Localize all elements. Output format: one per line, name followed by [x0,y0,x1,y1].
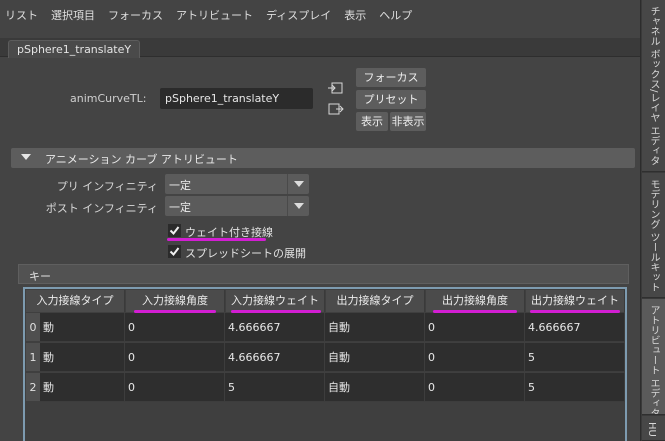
pre-infinity-label: プリ インフィニティ [56,180,158,193]
table-cell[interactable]: 0 [125,373,225,402]
keys-section-header[interactable]: キー [18,264,629,284]
table-cell[interactable]: 動 [40,313,125,342]
row-index[interactable]: 2 [26,373,40,402]
row-index[interactable]: 0 [26,313,40,342]
menu-list[interactable]: リスト [5,7,38,23]
row-index[interactable]: 1 [26,343,40,372]
column-header[interactable]: 出力接線タイプ [326,290,425,312]
pre-infinity-value: 一定 [169,179,191,192]
column-header[interactable]: 入力接線タイプ [26,290,125,312]
menu-show[interactable]: 表示 [344,7,366,23]
keys-title: キー [29,270,51,283]
post-infinity-label: ポスト インフィニティ [45,202,158,215]
table-cell[interactable]: 0 [425,313,525,342]
table-cell[interactable]: 0 [425,373,525,402]
menu-help[interactable]: ヘルプ [379,7,412,23]
post-infinity-value: 一定 [169,201,191,214]
tab-label: HU [646,422,657,437]
tab-label: チャネル ボックス/レイヤ エディタ [648,6,659,166]
expand-spreadsheet-checkbox[interactable] [168,245,181,258]
tab-label: アトリビュート エディタ [648,305,659,415]
menu-selected[interactable]: 選択項目 [51,7,95,23]
table-cell[interactable]: 動 [40,343,125,372]
anim-curve-attributes-section[interactable]: アニメーション カーブ アトリビュート [11,148,635,168]
tab-modeling-toolkit[interactable]: モデリング ツールキット [642,173,665,298]
preset-button[interactable]: プリセット [356,90,426,109]
chevron-down-icon[interactable] [287,174,309,194]
menu-attributes[interactable]: アトリビュート [176,7,253,23]
menu-display[interactable]: ディスプレイ [266,7,331,23]
table-cell[interactable]: 5 [525,343,625,372]
node-tab[interactable]: pSphere1_translateY [8,40,141,58]
table-cell[interactable]: 自動 [325,343,425,372]
table-cell[interactable]: 自動 [325,373,425,402]
collapse-triangle-icon[interactable] [21,154,31,160]
table-cell[interactable]: 4.666667 [525,313,625,342]
input-connection-icon[interactable] [328,81,344,95]
tab-attribute-editor[interactable]: アトリビュート エディタ [642,299,665,415]
hide-button[interactable]: 非表示 [390,112,426,131]
column-header[interactable]: 入力接線ウェイト [226,290,325,312]
highlight-underline [167,238,266,241]
menu-focus[interactable]: フォーカス [108,7,163,23]
weighted-tangents-checkbox[interactable] [168,224,181,237]
table-cell[interactable]: 5 [525,373,625,402]
table-cell[interactable]: 4.666667 [225,343,325,372]
table-cell[interactable]: 動 [40,373,125,402]
show-button[interactable]: 表示 [356,112,388,131]
table-cell[interactable]: 0 [125,313,225,342]
tab-channel-box[interactable]: チャネル ボックス/レイヤ エディタ [642,0,665,172]
table-cell[interactable]: 0 [425,343,525,372]
focus-button[interactable]: フォーカス [356,68,426,87]
table-cell[interactable]: 4.666667 [225,313,325,342]
keys-table: 入力接線タイプ 入力接線角度 入力接線ウェイト 出力接線タイプ 出力接線角度 出… [23,287,627,441]
expand-spreadsheet-label: スプレッドシートの展開 [185,247,306,260]
post-infinity-select[interactable]: 一定 [165,196,309,216]
chevron-down-icon[interactable] [287,196,309,216]
table-cell[interactable]: 5 [225,373,325,402]
output-connection-icon[interactable] [328,102,344,116]
column-header[interactable]: 出力接線ウェイト [526,290,625,312]
column-header[interactable]: 出力接線角度 [426,290,525,312]
side-panel-tabs: チャネル ボックス/レイヤ エディタ モデリング ツールキット アトリビュート … [640,0,665,441]
menu-bar: リスト 選択項目 フォーカス アトリビュート ディスプレイ 表示 ヘルプ [0,0,640,30]
table-cell[interactable]: 0 [125,343,225,372]
section-title: アニメーション カーブ アトリビュート [45,153,238,166]
tab-hud[interactable]: HU [642,416,665,441]
column-header[interactable]: 入力接線角度 [126,290,225,312]
table-cell[interactable]: 自動 [325,313,425,342]
check-icon [169,226,180,236]
curve-name-field[interactable]: pSphere1_translateY [160,88,313,109]
check-icon [169,247,180,257]
pre-infinity-select[interactable]: 一定 [165,174,309,194]
tab-label: モデリング ツールキット [648,179,659,293]
curve-type-label: animCurveTL: [70,92,147,105]
